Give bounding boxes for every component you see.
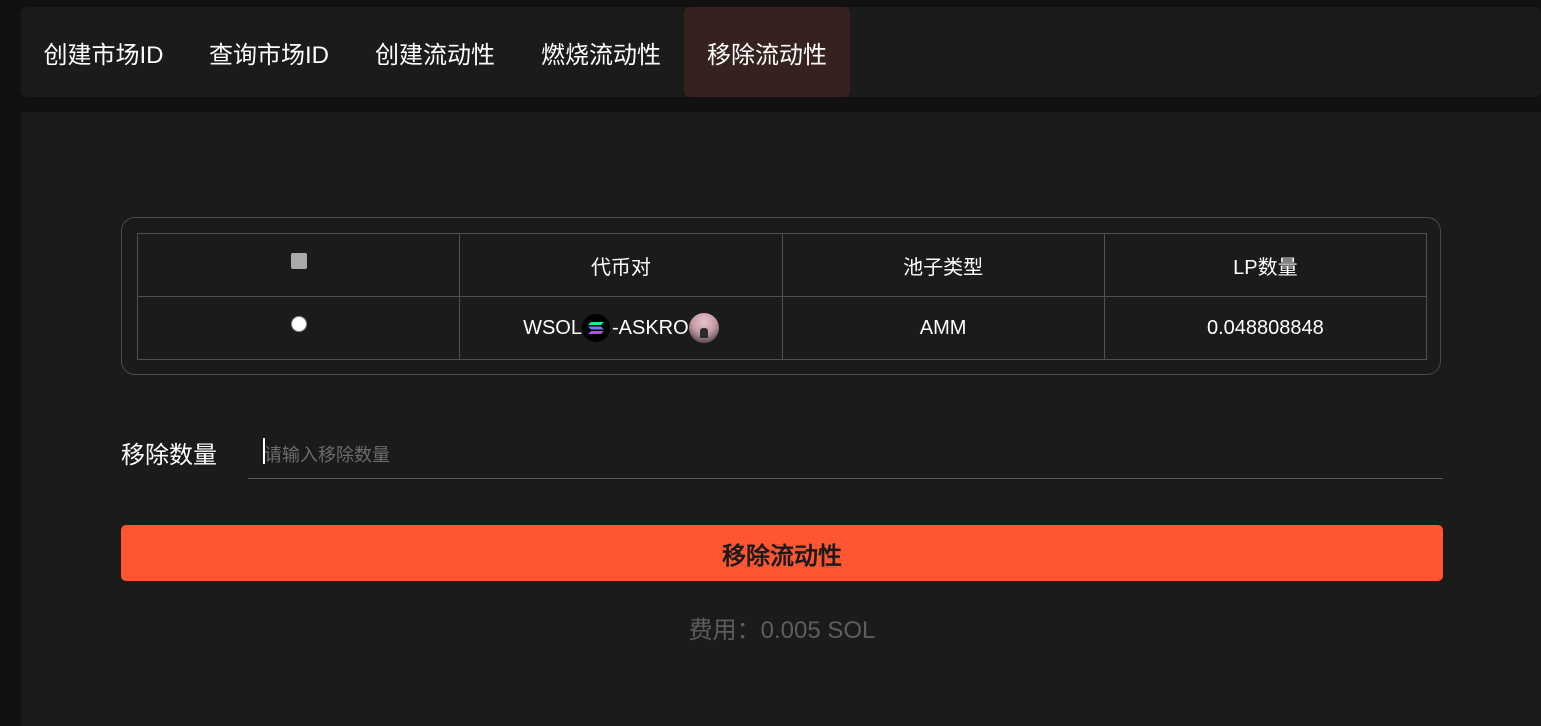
tab-bar: 创建市场ID 查询市场ID 创建流动性 燃烧流动性 移除流动性	[21, 7, 1541, 97]
remove-amount-label: 移除数量	[121, 442, 217, 469]
tab-create-market-id[interactable]: 创建市场ID	[21, 7, 186, 97]
token-a-symbol: WSOL	[523, 316, 582, 339]
row-select-cell	[136, 296, 461, 360]
solana-icon	[581, 314, 610, 342]
tab-query-market-id[interactable]: 查询市场ID	[186, 7, 352, 97]
askro-token-icon	[688, 313, 719, 343]
remove-liquidity-button[interactable]: 移除流动性	[121, 525, 1443, 581]
tab-remove-liquidity[interactable]: 移除流动性	[684, 7, 850, 97]
fee-text: 费用：0.005 SOL	[688, 617, 876, 644]
row-select-radio[interactable]	[290, 316, 307, 333]
token-b-symbol: ASKRO	[618, 316, 689, 339]
pair-header: 代币对	[459, 233, 783, 297]
tab-create-liquidity[interactable]: 创建流动性	[352, 7, 518, 97]
tab-burn-liquidity[interactable]: 燃烧流动性	[518, 7, 684, 97]
select-all-checkbox[interactable]	[290, 253, 307, 270]
lp-amount-header: LP数量	[1103, 233, 1428, 297]
token-pair-separator: -	[611, 316, 619, 339]
select-all-header	[136, 233, 461, 297]
pool-type-cell: AMM	[781, 296, 1105, 360]
remove-liquidity-panel: 代币对 池子类型 LP数量 WSOL - ASKRO AMM 0.0488088…	[21, 112, 1541, 726]
remove-amount-input[interactable]	[248, 432, 1443, 479]
pool-table-card: 代币对 池子类型 LP数量 WSOL - ASKRO AMM 0.0488088…	[121, 217, 1441, 375]
token-pair: WSOL - ASKRO	[523, 313, 719, 343]
pool-table: 代币对 池子类型 LP数量 WSOL - ASKRO AMM 0.0488088…	[136, 233, 1428, 360]
lp-amount-cell: 0.048808848	[1103, 296, 1428, 360]
pair-cell: WSOL - ASKRO	[459, 296, 783, 360]
text-caret	[263, 438, 265, 464]
pool-type-header: 池子类型	[781, 233, 1105, 297]
table-header-row: 代币对 池子类型 LP数量	[136, 233, 1428, 297]
table-row[interactable]: WSOL - ASKRO AMM 0.048808848	[136, 296, 1428, 360]
